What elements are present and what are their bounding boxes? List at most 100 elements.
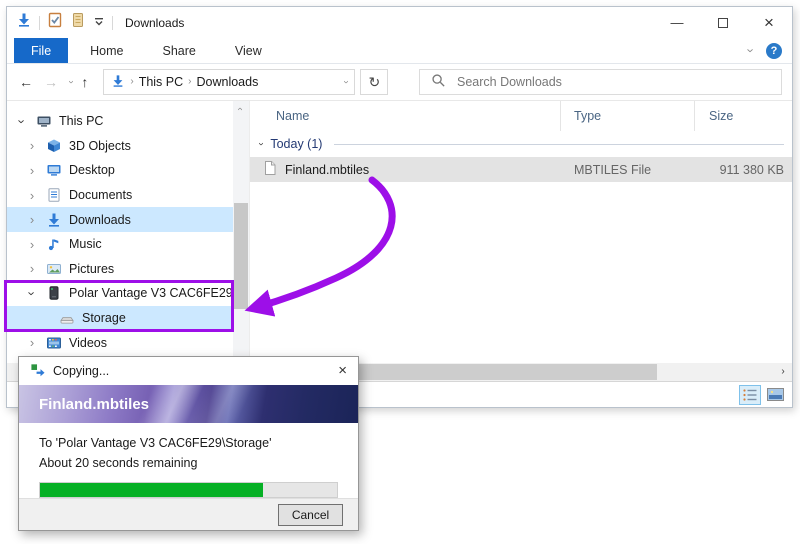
breadcrumb-separator-icon: › (188, 77, 191, 87)
chevron-down-icon[interactable]: › (16, 114, 29, 128)
file-icon (263, 160, 277, 179)
qat-customize-chevron-icon[interactable] (93, 14, 105, 32)
dialog-banner: Finland.mbtiles (19, 385, 358, 424)
sidebar-item-label: This PC (59, 114, 103, 128)
file-type: MBTILES File (561, 163, 695, 177)
thumbnail-view-button[interactable] (764, 385, 786, 405)
sidebar-item-3d-objects[interactable]: › 3D Objects (7, 134, 233, 159)
breadcrumb-downloads[interactable]: Downloads (196, 75, 258, 89)
tab-share[interactable]: Share (146, 38, 213, 63)
breadcrumb-separator-icon: › (130, 77, 133, 87)
sidebar-item-label: Music (69, 237, 102, 251)
maximize-button[interactable] (700, 7, 746, 38)
refresh-icon: ↻ (368, 74, 380, 91)
sidebar-item-downloads[interactable]: › Downloads (7, 207, 233, 232)
address-dropdown-chevron-icon[interactable]: › (341, 80, 351, 83)
search-box[interactable] (419, 69, 782, 95)
sidebar-item-pictures[interactable]: › Pictures (7, 257, 233, 282)
group-divider (334, 144, 784, 145)
copy-icon (30, 362, 45, 380)
chevron-right-icon[interactable]: › (25, 164, 39, 177)
downloads-folder-icon (16, 12, 32, 33)
column-header-name[interactable]: Name (250, 101, 561, 131)
ribbon-tab-row: File Home Share View › ? (7, 38, 792, 64)
tab-home[interactable]: Home (73, 38, 140, 63)
group-collapse-chevron-icon[interactable]: › (256, 142, 266, 145)
dialog-body: To 'Polar Vantage V3 CAC6FE29\Storage' A… (19, 423, 358, 498)
column-header-type[interactable]: Type (561, 101, 695, 131)
sidebar-item-label: Documents (69, 188, 132, 202)
column-header-size[interactable]: Size (695, 101, 792, 131)
close-button[interactable]: × (746, 7, 792, 38)
copy-dialog: Copying... × Finland.mbtiles To 'Polar V… (18, 356, 359, 531)
chevron-down-icon[interactable]: › (26, 286, 39, 300)
sidebar-item-videos[interactable]: › Videos (7, 330, 233, 355)
videos-icon (46, 335, 62, 351)
chevron-right-icon[interactable]: › (25, 238, 39, 251)
tree-scrollbar[interactable]: › (233, 101, 249, 363)
column-headers: Name Type Size (250, 101, 792, 131)
this-pc-icon (36, 113, 52, 129)
sidebar-item-polar-vantage[interactable]: › Polar Vantage V3 CAC6FE29 (7, 281, 233, 306)
sidebar-item-this-pc[interactable]: › This PC (7, 109, 233, 134)
dialog-close-button[interactable]: × (338, 362, 347, 379)
search-icon (431, 73, 446, 91)
sidebar-item-storage[interactable]: Storage (7, 306, 233, 331)
minimize-button[interactable]: — (654, 7, 700, 38)
thumbnail-view-icon (767, 388, 784, 401)
sidebar-item-label: Storage (82, 311, 126, 325)
forward-button[interactable]: → (44, 74, 58, 90)
scroll-right-button[interactable]: › (774, 363, 792, 381)
ribbon-expand-chevron-icon[interactable]: › (744, 48, 757, 52)
tab-view[interactable]: View (218, 38, 279, 63)
address-location-icon (111, 74, 125, 91)
copying-filename: Finland.mbtiles (39, 396, 149, 413)
up-button[interactable]: ↑ (81, 74, 88, 90)
sidebar-item-documents[interactable]: › Documents (7, 183, 233, 208)
help-button[interactable]: ? (766, 43, 782, 59)
quick-access-toolbar (16, 12, 113, 33)
details-view-button[interactable] (739, 385, 761, 405)
file-name: Finland.mbtiles (285, 163, 369, 177)
breadcrumb-this-pc[interactable]: This PC (139, 75, 183, 89)
window-controls: — × (654, 7, 792, 38)
sidebar-item-music[interactable]: › Music (7, 232, 233, 257)
chevron-right-icon: › (781, 367, 784, 377)
group-label: Today (1) (270, 137, 322, 151)
refresh-button[interactable]: ↻ (360, 69, 388, 95)
maximize-icon (718, 18, 728, 28)
tab-file[interactable]: File (14, 38, 68, 63)
new-folder-button[interactable] (70, 12, 86, 33)
chevron-right-icon[interactable]: › (25, 336, 39, 349)
chevron-right-icon[interactable]: › (25, 213, 39, 226)
chevron-right-icon[interactable]: › (25, 189, 39, 202)
address-bar[interactable]: › This PC › Downloads › (103, 69, 355, 95)
sidebar-item-label: Downloads (69, 213, 131, 227)
back-button[interactable]: ← (19, 74, 33, 90)
title-bar: Downloads — × (7, 7, 792, 38)
cancel-button[interactable]: Cancel (278, 504, 343, 526)
history-chevron-icon[interactable]: › (66, 80, 76, 83)
search-input[interactable] (457, 75, 781, 89)
scroll-up-button[interactable]: › (233, 101, 249, 117)
window-title: Downloads (125, 16, 184, 30)
chevron-right-icon[interactable]: › (25, 139, 39, 152)
sidebar-item-label: Videos (69, 336, 107, 350)
group-header-today[interactable]: › Today (1) (250, 131, 792, 157)
storage-drive-icon (59, 310, 75, 326)
dialog-footer: Cancel (19, 498, 358, 530)
music-icon (46, 236, 62, 252)
downloads-icon (46, 212, 62, 228)
sidebar-item-label: Pictures (69, 262, 114, 276)
chevron-right-icon[interactable]: › (25, 262, 39, 275)
file-size: 911 380 KB (695, 163, 792, 177)
close-icon: × (764, 13, 774, 33)
page: Downloads — × File Home Share View › ? ←… (0, 0, 800, 544)
file-row-finland-mbtiles[interactable]: Finland.mbtiles MBTILES File 911 380 KB (250, 157, 792, 182)
navigation-pane: › This PC › 3D Objects › Desktop (7, 101, 233, 363)
properties-button[interactable] (47, 12, 63, 33)
content-area: › This PC › 3D Objects › Desktop (7, 101, 792, 381)
progress-bar (39, 482, 338, 498)
sidebar-item-desktop[interactable]: › Desktop (7, 158, 233, 183)
scrollbar-thumb[interactable] (234, 203, 248, 309)
